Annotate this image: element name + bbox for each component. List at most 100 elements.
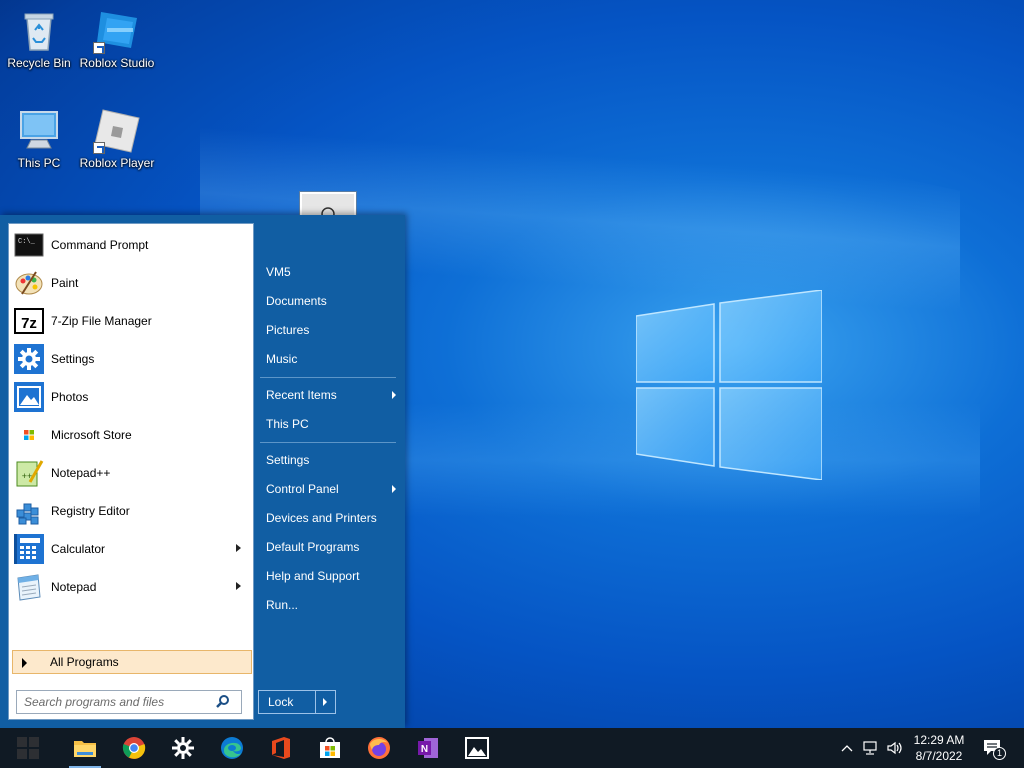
command-prompt-icon: C:\_ (13, 229, 45, 261)
places-item-label: Recent Items (266, 388, 337, 402)
program-item-label: Microsoft Store (51, 428, 132, 442)
photos-icon (13, 381, 45, 413)
desktop-icon-recycle-bin[interactable]: Recycle Bin (0, 6, 81, 70)
taskbar-firefox[interactable] (355, 728, 403, 768)
7zip-icon: 7z (13, 305, 45, 337)
program-item-photos[interactable]: Photos (13, 380, 249, 414)
shortcut-arrow-icon (93, 142, 105, 154)
start-menu: C:\_ Command Prompt Paint 7z 7-Zip File Mana… (0, 215, 405, 728)
windows-logo-wallpaper (636, 290, 822, 480)
taskbar-clock[interactable]: 12:29 AM 8/7/2022 (906, 732, 972, 764)
notepad-plus-plus-icon: ++ (13, 457, 45, 489)
notepad-icon (13, 571, 45, 603)
taskbar: N 12:29 AM 8/7/2022 1 (0, 728, 1024, 768)
this-pc-icon (15, 106, 63, 154)
program-item-label: Photos (51, 390, 89, 404)
search-programs-box[interactable] (16, 690, 242, 714)
search-programs-input[interactable] (17, 692, 213, 712)
desktop-icon-roblox-player[interactable]: Roblox Player (75, 106, 159, 170)
program-item-paint[interactable]: Paint (13, 266, 249, 300)
search-icon[interactable] (213, 692, 233, 712)
program-item-label: Registry Editor (51, 504, 130, 518)
taskbar-office[interactable] (257, 728, 305, 768)
volume-tray-button[interactable] (884, 728, 906, 768)
places-item-label: Help and Support (266, 569, 360, 583)
program-item-notepad-plus-plus[interactable]: ++ Notepad++ (13, 456, 249, 490)
places-item-pictures[interactable]: Pictures (266, 319, 398, 341)
desktop-icon-label: This PC (17, 156, 61, 170)
submenu-arrow-icon (392, 485, 396, 493)
shortcut-arrow-icon (93, 42, 105, 54)
onenote-icon: N (418, 738, 438, 758)
places-item-default-programs[interactable]: Default Programs (266, 536, 398, 558)
submenu-arrow-icon[interactable] (236, 544, 241, 552)
paint-icon (13, 267, 45, 299)
menu-separator (260, 442, 396, 443)
roblox-studio-icon (93, 6, 141, 54)
lock-button[interactable]: Lock (259, 691, 316, 713)
taskbar-settings[interactable] (159, 728, 207, 768)
places-item-label: Settings (266, 453, 310, 467)
taskbar-chrome[interactable] (110, 728, 158, 768)
power-options-arrow-button[interactable] (316, 691, 335, 713)
taskbar-photos[interactable] (453, 728, 501, 768)
settings-gear-icon (13, 343, 45, 375)
places-item-control-panel[interactable]: Control Panel (266, 478, 398, 500)
desktop-icon-label: Roblox Studio (79, 56, 155, 70)
office-icon (272, 737, 290, 759)
program-item-registry-editor[interactable]: Registry Editor (13, 494, 249, 528)
network-tray-button[interactable] (860, 728, 882, 768)
chevron-up-icon (841, 745, 853, 752)
program-item-calculator[interactable]: Calculator (13, 532, 249, 566)
menu-separator (260, 377, 396, 378)
places-item-vm5[interactable]: VM5 (266, 261, 398, 283)
svg-text:C:\_: C:\_ (18, 238, 36, 246)
submenu-arrow-icon (392, 391, 396, 399)
places-item-run[interactable]: Run... (266, 594, 398, 616)
places-item-label: Music (266, 352, 298, 366)
program-item-microsoft-store[interactable]: Microsoft Store (13, 418, 249, 452)
program-item-label: 7-Zip File Manager (51, 314, 152, 328)
program-item-label: Calculator (51, 542, 106, 556)
program-item-settings-gear[interactable]: Settings (13, 342, 249, 376)
chrome-icon (122, 737, 146, 759)
program-item-label: Notepad++ (51, 466, 111, 480)
program-item-notepad[interactable]: Notepad (13, 570, 249, 604)
places-item-label: Devices and Printers (266, 511, 377, 525)
program-item-label: Notepad (51, 580, 97, 594)
places-item-label: Run... (266, 598, 299, 612)
places-item-this-pc[interactable]: This PC (266, 413, 398, 435)
places-item-music[interactable]: Music (266, 348, 398, 370)
speaker-icon (887, 741, 902, 755)
submenu-arrow-icon[interactable] (236, 582, 241, 590)
desktop-icon-label: Recycle Bin (7, 56, 71, 70)
program-item-command-prompt[interactable]: C:\_ Command Prompt (13, 228, 249, 262)
places-item-label: This PC (266, 417, 309, 431)
desktop-icon-label: Roblox Player (79, 156, 155, 170)
start-button[interactable] (0, 728, 56, 768)
places-item-help-and-support[interactable]: Help and Support (266, 565, 398, 587)
places-item-recent-items[interactable]: Recent Items (266, 384, 398, 406)
start-menu-programs-pane: C:\_ Command Prompt Paint 7z 7-Zip File Mana… (8, 223, 254, 720)
notification-count-badge: 1 (993, 747, 1006, 760)
all-programs-button[interactable]: All Programs (12, 650, 252, 674)
places-item-devices-and-printers[interactable]: Devices and Printers (266, 507, 398, 529)
calculator-icon (13, 533, 45, 565)
desktop-icon-this-pc[interactable]: This PC (0, 106, 81, 170)
action-center-button[interactable]: 1 (978, 728, 1008, 768)
places-item-documents[interactable]: Documents (266, 290, 398, 312)
expand-triangle-icon (22, 658, 27, 668)
program-item-label: Paint (51, 276, 79, 290)
program-item-7zip[interactable]: 7z 7-Zip File Manager (13, 304, 249, 338)
places-item-settings[interactable]: Settings (266, 449, 398, 471)
show-hidden-icons-button[interactable] (838, 728, 856, 768)
photos-icon (465, 737, 489, 759)
firefox-icon (368, 737, 390, 759)
taskbar-file-explorer[interactable] (61, 728, 109, 768)
settings-icon (172, 737, 194, 759)
taskbar-store[interactable] (306, 728, 354, 768)
desktop-icon-roblox-studio[interactable]: Roblox Studio (75, 6, 159, 70)
roblox-player-icon (93, 106, 141, 154)
taskbar-edge[interactable] (208, 728, 256, 768)
taskbar-onenote[interactable]: N (404, 728, 452, 768)
